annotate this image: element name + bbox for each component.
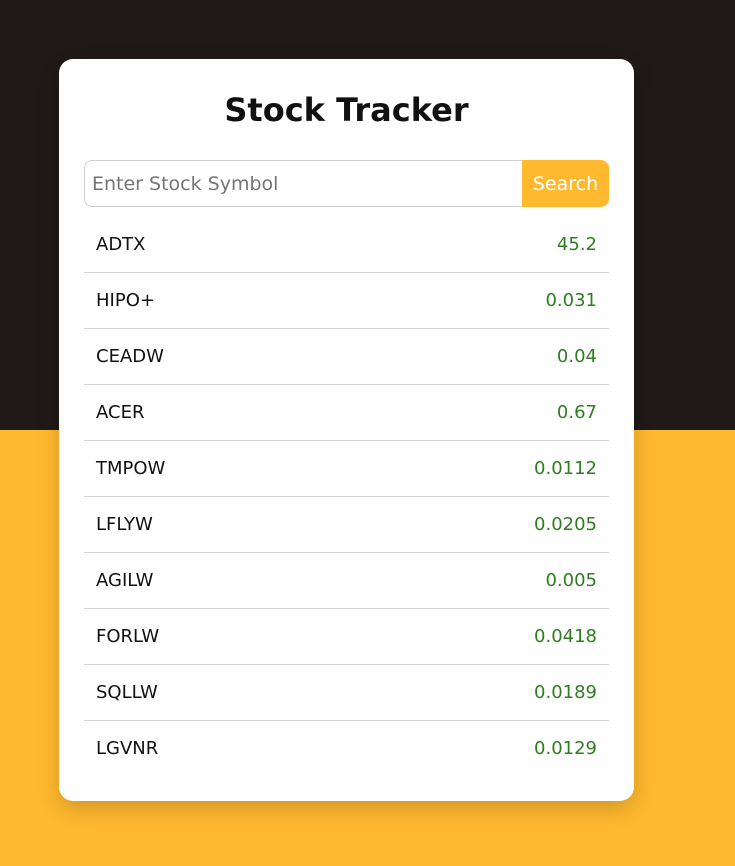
- stock-symbol: HIPO+: [96, 290, 155, 311]
- stock-symbol: TMPOW: [96, 458, 166, 479]
- stock-row[interactable]: AGILW 0.005: [84, 553, 609, 609]
- stock-row[interactable]: ACER 0.67: [84, 385, 609, 441]
- stock-symbol: FORLW: [96, 626, 160, 647]
- stock-price: 0.04: [556, 346, 597, 367]
- search-button[interactable]: Search: [522, 160, 609, 207]
- stock-price: 0.0129: [534, 738, 597, 759]
- stock-price: 0.67: [556, 402, 597, 423]
- stock-symbol: LGVNR: [96, 738, 159, 759]
- stock-row[interactable]: TMPOW 0.0112: [84, 441, 609, 497]
- search-bar: Search: [84, 160, 609, 207]
- stock-price: 45.2: [556, 234, 597, 255]
- stock-row[interactable]: LGVNR 0.0129: [84, 721, 609, 776]
- stock-symbol: AGILW: [96, 570, 154, 591]
- stock-symbol: ADTX: [96, 234, 146, 255]
- stock-symbol: CEADW: [96, 346, 164, 367]
- stock-row[interactable]: FORLW 0.0418: [84, 609, 609, 665]
- stock-tracker-card: Stock Tracker Search ADTX 45.2 HIPO+ 0.0…: [59, 59, 634, 801]
- stock-price: 0.031: [545, 290, 597, 311]
- page-title: Stock Tracker: [224, 91, 469, 129]
- stock-symbol: LFLYW: [96, 514, 153, 535]
- stock-price: 0.0418: [534, 626, 597, 647]
- stock-row[interactable]: HIPO+ 0.031: [84, 273, 609, 329]
- stock-price: 0.0112: [534, 458, 597, 479]
- stock-symbol: SQLLW: [96, 682, 158, 703]
- stock-list: ADTX 45.2 HIPO+ 0.031 CEADW 0.04 ACER 0.…: [84, 217, 609, 776]
- stock-row[interactable]: ADTX 45.2: [84, 217, 609, 273]
- stock-symbol: ACER: [96, 402, 145, 423]
- stock-row[interactable]: SQLLW 0.0189: [84, 665, 609, 721]
- stock-price: 0.0189: [534, 682, 597, 703]
- stock-row[interactable]: LFLYW 0.0205: [84, 497, 609, 553]
- stock-row[interactable]: CEADW 0.04: [84, 329, 609, 385]
- stock-price: 0.005: [545, 570, 597, 591]
- stock-price: 0.0205: [534, 514, 597, 535]
- stock-symbol-input[interactable]: [84, 160, 522, 207]
